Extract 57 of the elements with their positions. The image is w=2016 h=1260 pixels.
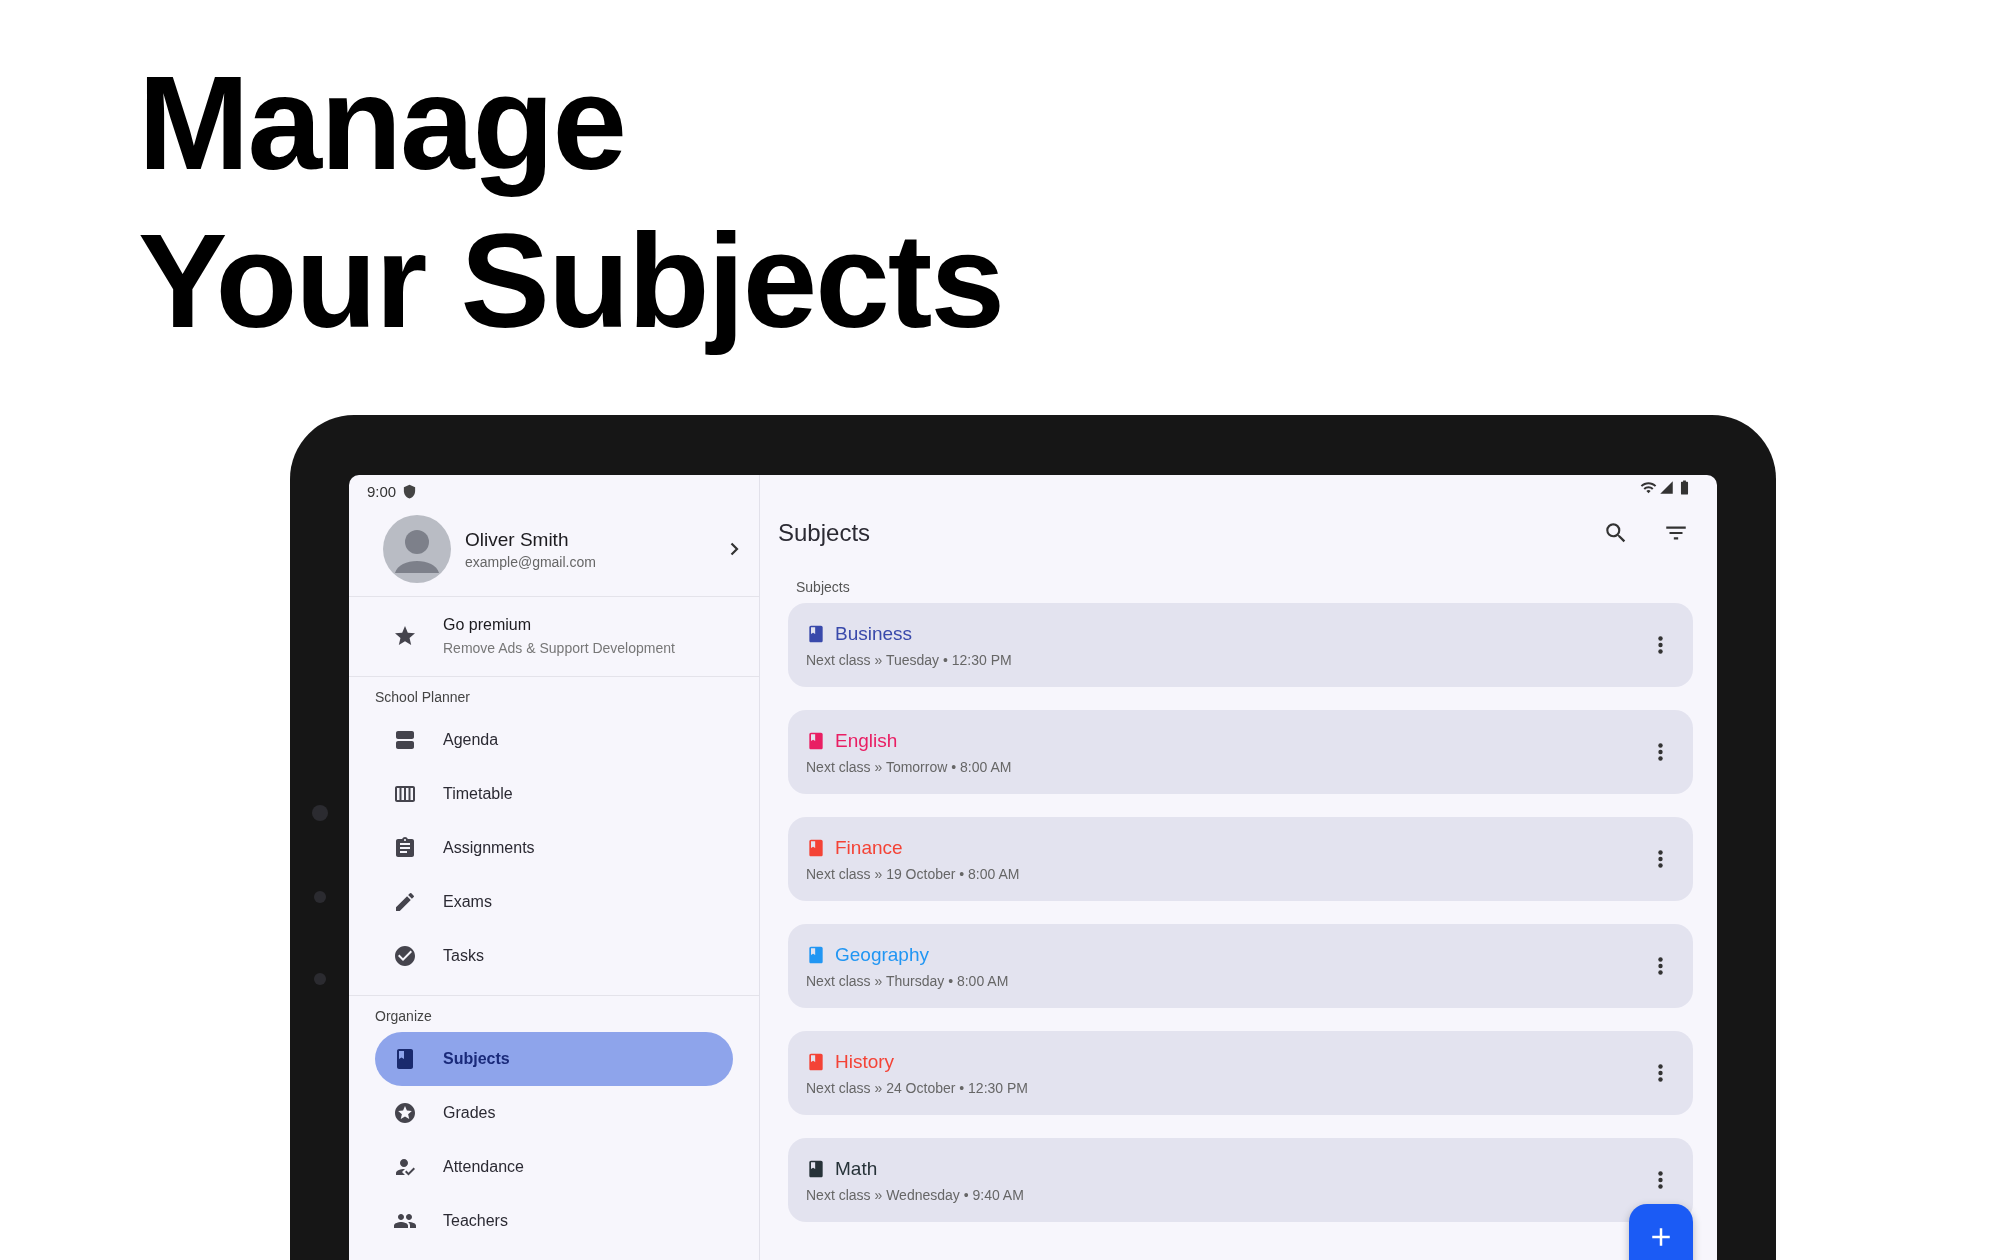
nav-item[interactable]: Teachers [375,1194,733,1248]
next-class: Next class » 19 October • 8:00 AM [806,865,1021,882]
more-options-icon [1658,743,1663,761]
nav-item[interactable]: Attendance [375,1140,733,1194]
headline: Manage [138,47,625,199]
app-bar-title: Subjects [778,519,872,547]
subject-card[interactable]: Geography Next class » Thursday • 8:00 AM [788,924,1693,1008]
profile-email: example@gmail.com [465,553,597,570]
next-class: Next class » Thursday • 8:00 AM [806,972,1010,989]
subject-name: Business [835,622,913,645]
list-header: Subjects [796,579,850,595]
subject-card[interactable]: Math Next class » Wednesday • 9:40 AM [788,1138,1693,1222]
next-class: Next class » 24 October • 12:30 PM [806,1079,1029,1096]
nav-item[interactable]: Timetable [375,767,733,821]
status-time: 9:00 [367,482,397,500]
subject-name: Geography [835,943,929,966]
star-badge-icon [393,1101,417,1125]
subject-card[interactable]: History Next class » 24 October • 12:30 PM [788,1031,1693,1115]
agenda-icon [393,728,417,752]
nav-item[interactable]: Agenda [375,713,733,767]
premium-item[interactable]: Go premium Remove Ads & Support Development [349,596,759,677]
avatar-icon [383,515,451,583]
subject-name: History [835,1050,895,1073]
subject-name: English [835,729,898,752]
shield-icon [402,483,418,499]
headline: Your Subjects [138,205,1004,357]
section-title: School Planner [375,689,470,705]
subject-card[interactable]: English Next class » Tomorrow • 8:00 AM [788,710,1693,794]
premium-subtitle: Remove Ads & Support Development [443,640,675,657]
more-options-icon [1658,957,1663,975]
more-options-icon [1658,850,1663,868]
nav-item[interactable]: Exams [375,875,733,929]
section-title: Organize [375,1008,432,1024]
more-options-icon [1658,1171,1663,1189]
more-options-icon [1658,1064,1663,1082]
premium-title: Go premium [443,616,533,635]
clipboard-icon [393,836,417,860]
more-options-icon [1658,636,1663,654]
nav-item[interactable]: Grades [375,1086,733,1140]
signal-icon [1659,479,1674,495]
next-class: Next class » Tuesday • 12:30 PM [806,651,1013,668]
subject-card[interactable]: Finance Next class » 19 October • 8:00 AM [788,817,1693,901]
pencil-icon [393,890,417,914]
add-button[interactable] [1629,1204,1693,1260]
nav-item[interactable]: Subjects [375,1032,733,1086]
profile-name: Oliver Smith [465,528,570,551]
next-class: Next class » Tomorrow • 8:00 AM [806,758,1013,775]
nav-item[interactable]: Assignments [375,821,733,875]
nav-item[interactable]: Tasks [375,929,733,983]
sensor-dot [313,973,326,985]
subject-name: Finance [835,836,903,859]
chevron-right-icon [730,542,739,556]
camera-dot [311,805,328,821]
subject-name: Math [835,1157,878,1180]
sensor-dot [313,891,326,903]
next-class: Next class » Wednesday • 9:40 AM [806,1186,1025,1203]
subject-card[interactable]: Business Next class » Tuesday • 12:30 PM [788,603,1693,687]
